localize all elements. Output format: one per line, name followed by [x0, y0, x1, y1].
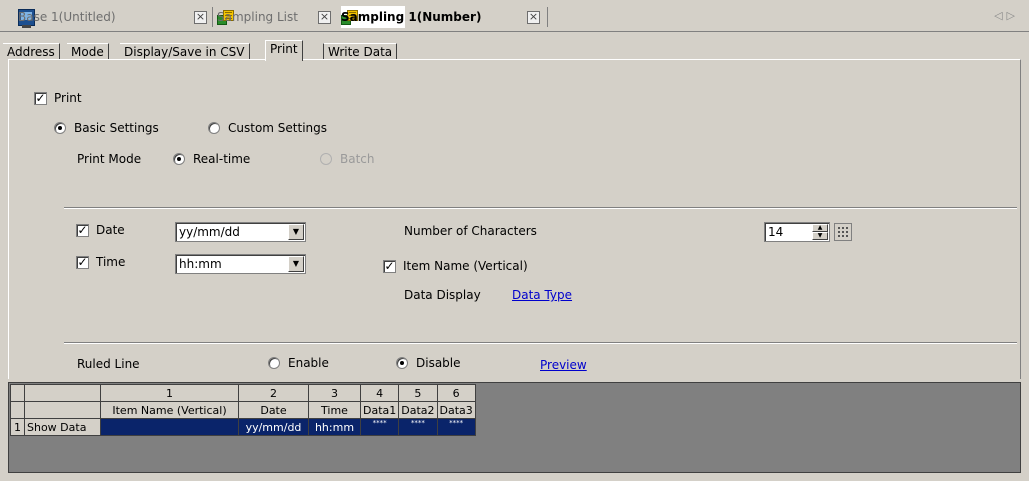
- time-label: Time: [96, 255, 126, 269]
- ruled-line-enable-label: Enable: [288, 356, 329, 370]
- column-number[interactable]: 6: [436, 384, 476, 402]
- data-cell[interactable]: ****: [359, 418, 400, 436]
- column-header: Item Name (Vertical): [100, 401, 239, 419]
- date-format-select[interactable]: yy/mm/dd ▼: [175, 222, 306, 242]
- close-icon[interactable]: ×: [527, 11, 540, 24]
- doc-tab-sampling1[interactable]: Sampling 1(Number): [341, 6, 481, 28]
- table-row: 1 Show Data yy/mm/dd hh:mm **** **** ***…: [10, 418, 476, 436]
- tab-mode[interactable]: Mode: [67, 43, 109, 60]
- spin-down-icon[interactable]: ▼: [812, 232, 828, 240]
- row-header[interactable]: Show Data: [24, 418, 101, 436]
- column-header: Data1: [359, 401, 400, 419]
- data-cell[interactable]: yy/mm/dd: [238, 418, 309, 436]
- num-chars-stepper[interactable]: 14 ▲ ▼: [764, 222, 830, 242]
- ruled-line-enable-radio[interactable]: [268, 357, 280, 369]
- column-number[interactable]: 3: [308, 384, 361, 402]
- date-checkbox[interactable]: ✓: [76, 224, 89, 237]
- doc-tab-label: Sampling 1(Number): [341, 10, 482, 24]
- basic-settings-radio[interactable]: [54, 122, 66, 134]
- corner-cell: [24, 401, 101, 419]
- close-icon[interactable]: ×: [318, 11, 331, 24]
- corner-cell: [24, 384, 101, 402]
- print-checkbox[interactable]: ✓: [34, 92, 47, 105]
- print-label: Print: [54, 91, 82, 105]
- chevron-down-icon[interactable]: ▼: [288, 224, 304, 240]
- data-display-label: Data Display: [404, 288, 481, 302]
- print-settings-panel: [8, 59, 1021, 379]
- column-header: Date: [238, 401, 309, 419]
- custom-settings-radio[interactable]: [208, 122, 220, 134]
- data-type-link[interactable]: Data Type: [512, 288, 572, 302]
- tab-scroll-arrows-icon[interactable]: ◁▷: [994, 9, 1019, 22]
- date-format-value: yy/mm/dd: [179, 225, 240, 239]
- divider: [64, 207, 1017, 209]
- time-format-select[interactable]: hh:mm ▼: [175, 254, 306, 274]
- table-row: 1 2 3 4 5 6: [10, 384, 476, 402]
- item-name-label: Item Name (Vertical): [403, 259, 528, 273]
- date-label: Date: [96, 223, 125, 237]
- time-checkbox[interactable]: ✓: [76, 256, 89, 269]
- data-cell[interactable]: ****: [436, 418, 476, 436]
- column-header: Data2: [398, 401, 438, 419]
- tab-display-save-csv[interactable]: Display/Save in CSV: [120, 43, 250, 60]
- document-tab-strip: Base 1(Untitled) × Sampling List × Sampl…: [0, 0, 1029, 32]
- batch-label: Batch: [340, 152, 375, 166]
- num-chars-value: 14: [768, 225, 784, 239]
- tab-divider: [547, 7, 548, 27]
- doc-tab-sampling-list[interactable]: Sampling List: [217, 6, 298, 28]
- ruled-line-label: Ruled Line: [77, 357, 140, 371]
- num-chars-label: Number of Characters: [404, 224, 537, 238]
- doc-tab-label: Sampling List: [217, 10, 298, 24]
- basic-settings-label: Basic Settings: [74, 121, 159, 135]
- preview-link[interactable]: Preview: [540, 358, 587, 372]
- print-preview-grid: 1 2 3 4 5 6 Item Name (Vertical) Date Ti…: [8, 382, 1021, 473]
- column-header: Time: [308, 401, 361, 419]
- close-icon[interactable]: ×: [194, 11, 207, 24]
- ruled-line-disable-radio[interactable]: [396, 357, 408, 369]
- real-time-radio[interactable]: [173, 153, 185, 165]
- preview-table: 1 2 3 4 5 6 Item Name (Vertical) Date Ti…: [10, 384, 476, 436]
- chevron-down-icon[interactable]: ▼: [288, 256, 304, 272]
- settings-tab-strip: Address Mode Display/Save in CSV Print W…: [0, 32, 1029, 61]
- column-number[interactable]: 5: [398, 384, 438, 402]
- ruled-line-disable-label: Disable: [416, 356, 461, 370]
- tab-print[interactable]: Print: [265, 40, 303, 61]
- doc-tab-base1[interactable]: Base 1(Untitled): [18, 6, 116, 28]
- row-number[interactable]: 1: [10, 418, 25, 436]
- doc-tab-label: Base 1(Untitled): [18, 10, 116, 24]
- column-number[interactable]: 4: [359, 384, 400, 402]
- item-name-checkbox[interactable]: ✓: [383, 260, 396, 273]
- tab-write-data[interactable]: Write Data: [323, 43, 398, 60]
- time-format-value: hh:mm: [179, 257, 222, 271]
- spin-up-icon[interactable]: ▲: [812, 224, 828, 232]
- data-cell[interactable]: ****: [398, 418, 438, 436]
- keypad-icon[interactable]: [834, 223, 852, 241]
- column-number[interactable]: 2: [238, 384, 309, 402]
- tab-divider: [212, 7, 213, 27]
- tab-address[interactable]: Address: [3, 43, 60, 60]
- column-number[interactable]: 1: [100, 384, 239, 402]
- data-cell[interactable]: [100, 418, 239, 436]
- table-row: Item Name (Vertical) Date Time Data1 Dat…: [10, 401, 476, 419]
- divider: [64, 342, 1017, 344]
- custom-settings-label: Custom Settings: [228, 121, 328, 135]
- corner-cell: [10, 401, 25, 419]
- print-mode-label: Print Mode: [77, 152, 142, 166]
- column-header: Data3: [436, 401, 476, 419]
- batch-radio: [320, 153, 332, 165]
- data-cell[interactable]: hh:mm: [308, 418, 361, 436]
- corner-cell: [10, 384, 25, 402]
- real-time-label: Real-time: [193, 152, 251, 166]
